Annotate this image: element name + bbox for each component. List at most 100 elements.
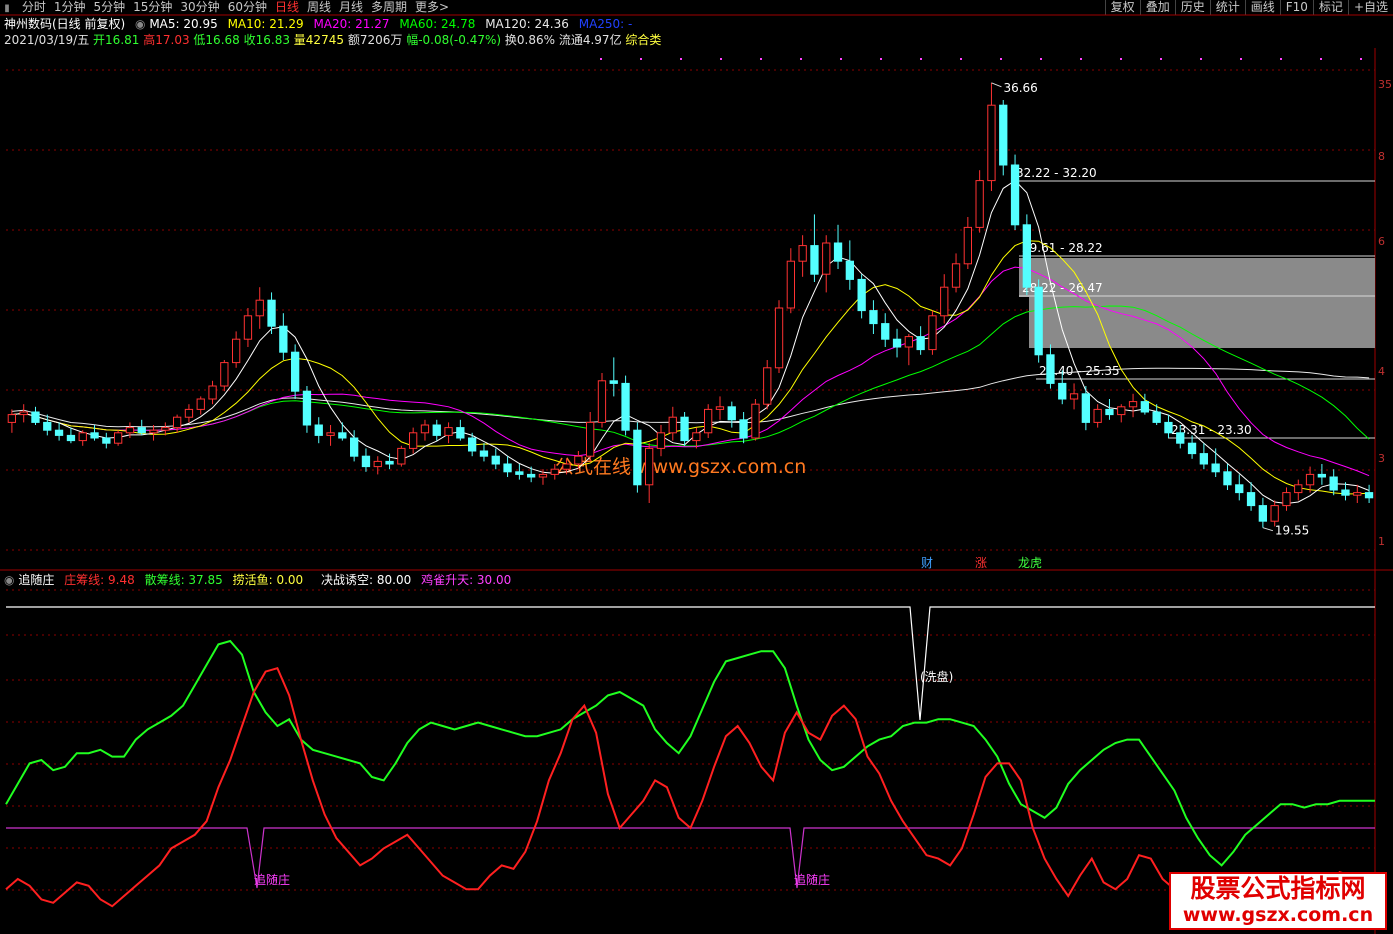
candle-body-50 <box>597 380 607 423</box>
candle-body-86 <box>1022 224 1032 288</box>
candle-body-45 <box>538 473 548 478</box>
candle-body-111 <box>1317 473 1326 478</box>
candle-body-101 <box>1199 453 1208 465</box>
candle-body-71 <box>845 260 855 280</box>
candle-body-83 <box>987 104 996 182</box>
candle-body-66 <box>786 260 796 309</box>
axis-label-1: 8 <box>1378 150 1385 163</box>
indicator-toggle-icon[interactable]: ◉ <box>4 573 14 587</box>
candle-body-41 <box>491 455 500 465</box>
signal-dot-7 <box>880 58 882 60</box>
candle-body-48 <box>574 455 583 465</box>
watermark-box: 股票公式指标网 www.gszx.com.cn <box>1169 872 1387 930</box>
candle-body-105 <box>1246 492 1256 507</box>
signal-dot-10 <box>1000 58 1002 60</box>
event-marker-2: 龙虎 <box>1018 556 1042 570</box>
axis-label-3: 4 <box>1378 365 1385 378</box>
candle-body-24 <box>291 351 300 392</box>
bird-value: 鸡雀升天: 30.00 <box>421 573 512 587</box>
candle-body-76 <box>904 336 914 348</box>
candle-body-40 <box>479 450 489 457</box>
indicator-header: ◉ 追随庄 庄筹线: 9.48 散筹线: 37.85 捞活鱼: 0.00 决战诱… <box>4 572 517 588</box>
candle-body-5 <box>66 434 76 442</box>
candle-body-103 <box>1223 471 1232 486</box>
battle-value: 决战诱空: 80.00 <box>321 573 412 587</box>
axis-label-4: 3 <box>1378 452 1385 465</box>
candle-body-42 <box>503 463 512 473</box>
candle-body-79 <box>940 286 949 317</box>
candle-body-32 <box>385 460 394 465</box>
candle-body-75 <box>892 338 902 348</box>
candle-body-17 <box>208 385 217 400</box>
candle-body-78 <box>928 315 937 351</box>
axis-label-5: 1 <box>1378 535 1385 548</box>
candle-body-64 <box>763 367 772 405</box>
candle-body-94 <box>1117 406 1126 416</box>
candle-body-80 <box>951 263 961 288</box>
candle-body-77 <box>916 336 925 351</box>
candle-body-6 <box>78 432 87 442</box>
candle-body-113 <box>1341 489 1350 496</box>
candle-body-16 <box>196 398 205 410</box>
candle-body-104 <box>1235 484 1244 494</box>
follow-label-1: 追随庄 <box>254 872 290 887</box>
candle-body-87 <box>1034 286 1043 356</box>
signal-dot-18 <box>1320 58 1322 60</box>
candle-body-82 <box>975 180 984 228</box>
candle-body-25 <box>302 390 312 426</box>
candle-body-56 <box>668 416 677 434</box>
candle-body-65 <box>774 307 784 369</box>
watermark-url: www.gszx.com.cn <box>1182 904 1374 926</box>
candle-body-70 <box>833 242 843 262</box>
watermark-center: 公式在线 www.gszx.com.cn <box>555 456 806 478</box>
candle-body-55 <box>656 432 666 449</box>
candle-body-39 <box>468 437 477 452</box>
signal-dot-9 <box>960 58 962 60</box>
candle-body-57 <box>680 416 689 442</box>
follow-label-2: 追随庄 <box>794 872 830 887</box>
candle-body-19 <box>232 338 241 364</box>
low-price-label: 19.55 <box>1275 524 1309 538</box>
candle-body-1 <box>19 411 28 416</box>
signal-dot-6 <box>840 58 842 60</box>
watermark-title: 股票公式指标网 <box>1190 874 1366 903</box>
candle-body-97 <box>1152 411 1161 423</box>
candle-body-115 <box>1364 492 1374 499</box>
zone-label-2: 28.22 - 26.47 <box>1022 281 1103 295</box>
candle-body-8 <box>102 437 111 444</box>
candle-body-49 <box>586 421 595 457</box>
signal-dot-17 <box>1280 58 1282 60</box>
candle-body-7 <box>90 432 99 439</box>
candle-body-88 <box>1046 354 1055 384</box>
kline-chart[interactable]: 35 8 6 4 3 1 32.22 - 32.20 29.61 - 28.22 28.22 -… <box>0 0 1393 934</box>
high-price-label: 36.66 <box>1003 81 1037 95</box>
signal-dot-12 <box>1080 58 1082 60</box>
indicator-name: 追随庄 <box>18 573 55 587</box>
candle-body-33 <box>397 447 406 465</box>
candle-body-67 <box>798 245 807 262</box>
axis-label-2: 6 <box>1378 235 1385 248</box>
candle-body-14 <box>173 416 182 429</box>
candle-body-23 <box>279 325 288 353</box>
signal-dot-3 <box>720 58 722 60</box>
candle-body-34 <box>409 432 418 449</box>
candle-body-35 <box>420 424 430 434</box>
candle-body-60 <box>715 406 725 410</box>
candle-body-81 <box>963 226 973 265</box>
candle-body-9 <box>114 432 123 444</box>
fish-value: 捞活鱼: 0.00 <box>232 573 304 587</box>
signal-dot-1 <box>640 58 642 60</box>
candle-body-58 <box>692 432 701 442</box>
candle-body-84 <box>999 104 1008 166</box>
candle-body-54 <box>645 447 654 486</box>
candle-body-43 <box>515 471 524 475</box>
candle-body-13 <box>161 427 170 431</box>
candle-body-2 <box>31 411 40 423</box>
candle-body-20 <box>243 315 253 340</box>
candle-body-31 <box>373 460 382 468</box>
candle-body-63 <box>751 403 760 439</box>
candle-body-26 <box>314 424 323 436</box>
candle-body-98 <box>1164 421 1173 434</box>
candle-body-107 <box>1270 505 1279 522</box>
zone-label-0: 32.22 - 32.20 <box>1016 166 1097 180</box>
